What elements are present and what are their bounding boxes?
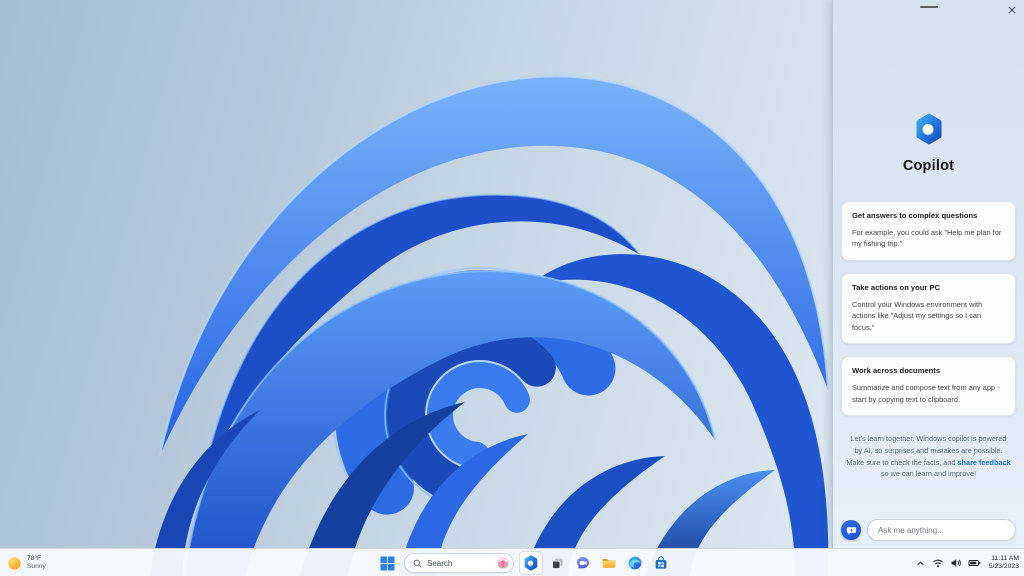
- taskbar-search-box[interactable]: Search: [404, 553, 514, 573]
- desktop-screen: Copilot Get answers to complex questions…: [0, 0, 1024, 576]
- chat-input-row: [841, 519, 1016, 541]
- microsoft-store-button[interactable]: [649, 551, 673, 575]
- clock-time: 11:11 AM: [991, 554, 1019, 562]
- disclaimer-text: so we can learn and improve!: [880, 469, 977, 479]
- copilot-icon: [524, 555, 538, 571]
- taskbar-center-apps: Search: [374, 549, 674, 576]
- task-view-button[interactable]: [545, 551, 569, 575]
- wifi-button[interactable]: [931, 552, 946, 574]
- card-body: Control your Windows environment with ac…: [852, 299, 983, 332]
- teams-chat-icon: [577, 557, 589, 569]
- windows-logo-icon: [379, 555, 395, 571]
- copilot-hexagon-icon: [916, 113, 941, 145]
- edge-browser-button[interactable]: [623, 551, 647, 575]
- new-topic-button[interactable]: [841, 520, 861, 540]
- start-button[interactable]: [375, 551, 399, 575]
- card-work-documents[interactable]: Work across documents Summarize and comp…: [841, 356, 1016, 417]
- search-label: Search: [427, 558, 453, 568]
- search-icon: [413, 559, 422, 567]
- file-explorer-button[interactable]: [597, 551, 621, 575]
- battery-button[interactable]: [967, 552, 982, 574]
- copilot-panel: Copilot Get answers to complex questions…: [832, 0, 1024, 548]
- ai-disclaimer: Let's learn together. Windows copilot is…: [846, 433, 1011, 480]
- clock-date: 5/23/2023: [988, 563, 1019, 570]
- card-body: For example, you could ask "Help me plan…: [852, 228, 1002, 249]
- share-feedback-link[interactable]: share feedback: [958, 458, 1011, 467]
- wifi-icon: [933, 559, 944, 568]
- hidden-icons-button[interactable]: [913, 552, 928, 574]
- task-view-icon: [551, 558, 562, 569]
- taskbar: 78°F Sunny Search 11:11 AM 5/23/2023: [0, 548, 1024, 576]
- desktop-wallpaper[interactable]: [0, 0, 832, 576]
- edge-browser-icon: [628, 556, 642, 570]
- file-explorer-folder-icon: [602, 559, 616, 568]
- search-highlight-lotus-icon: [496, 556, 510, 570]
- panel-spacer: [833, 480, 1024, 519]
- chevron-up-icon: [917, 560, 924, 565]
- system-tray: 11:11 AM 5/23/2023: [913, 549, 1019, 576]
- suggestion-cards: Get answers to complex questions For exa…: [841, 201, 1016, 428]
- card-body: Summarize and compose text from any app …: [852, 383, 1000, 404]
- speaker-icon: [951, 559, 962, 567]
- panel-title: Copilot: [902, 158, 955, 174]
- volume-button[interactable]: [949, 552, 964, 574]
- weather-condition: Sunny: [27, 563, 46, 570]
- taskbar-copilot-button[interactable]: [519, 551, 543, 575]
- weather-temperature: 78°F: [27, 555, 41, 562]
- widgets-weather-button[interactable]: 78°F Sunny: [7, 549, 46, 576]
- card-take-actions[interactable]: Take actions on your PC Control your Win…: [841, 272, 1016, 345]
- card-title: Take actions on your PC: [852, 282, 941, 292]
- panel-drag-handle[interactable]: [919, 6, 938, 8]
- chat-bubble-icon: [846, 526, 856, 535]
- card-complex-questions[interactable]: Get answers to complex questions For exa…: [841, 201, 1016, 261]
- taskbar-clock[interactable]: 11:11 AM 5/23/2023: [989, 555, 1019, 572]
- ask-me-anything-input[interactable]: [867, 519, 1016, 541]
- sun-icon: [8, 556, 21, 570]
- close-icon: [1008, 6, 1016, 14]
- chat-button[interactable]: [571, 551, 595, 575]
- weather-text: 78°F Sunny: [27, 555, 46, 571]
- card-title: Get answers to complex questions: [852, 211, 978, 220]
- card-title: Work across documents: [852, 366, 941, 376]
- copilot-logo: [833, 113, 1024, 145]
- bloom-wallpaper-art: [150, 75, 829, 576]
- battery-icon: [968, 560, 981, 566]
- microsoft-store-icon: [655, 556, 667, 569]
- panel-close-button[interactable]: [1005, 3, 1019, 17]
